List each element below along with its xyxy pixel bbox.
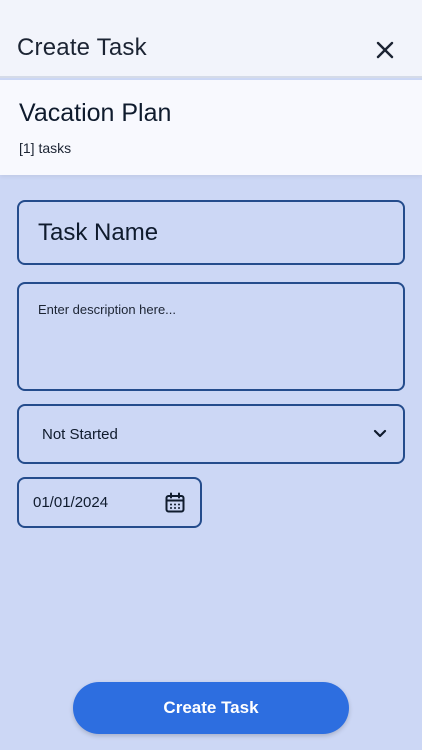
calendar-icon[interactable]: [164, 492, 186, 514]
status-select[interactable]: Not Started: [17, 404, 405, 464]
plan-task-count: [1] tasks: [19, 140, 72, 156]
description-input[interactable]: Enter description here...: [17, 282, 405, 391]
plan-card: Vacation Plan [1] tasks: [0, 80, 422, 175]
app-header: Create Task: [0, 0, 422, 78]
close-icon: [376, 41, 394, 59]
plan-title: Vacation Plan: [19, 99, 172, 127]
create-task-button[interactable]: Create Task: [73, 682, 349, 734]
close-button[interactable]: [372, 37, 398, 63]
chevron-down-icon: [373, 429, 387, 438]
task-name-placeholder: Task Name: [38, 218, 159, 246]
date-value: 01/01/2024: [33, 494, 109, 511]
date-input[interactable]: 01/01/2024: [17, 477, 202, 528]
description-placeholder: Enter description here...: [38, 302, 177, 317]
status-value: Not Started: [42, 425, 118, 443]
create-task-label: Create Task: [163, 698, 259, 717]
header-title: Create Task: [17, 34, 147, 61]
task-name-input[interactable]: Task Name: [17, 200, 405, 265]
